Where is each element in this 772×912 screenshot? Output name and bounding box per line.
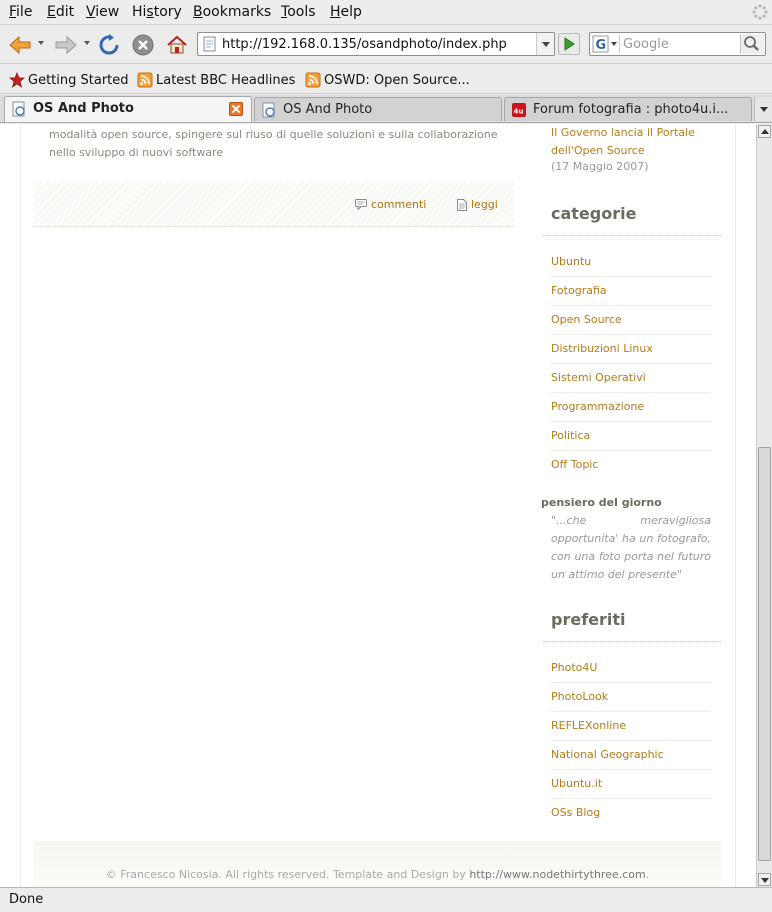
page-favicon-icon [12,101,25,117]
page-favicon-icon [262,102,275,118]
rss-feed-icon [305,72,321,88]
search-engine-selector[interactable]: G [592,35,620,53]
reload-button[interactable] [97,32,121,58]
scroll-thumb[interactable] [758,447,771,861]
status-text: Done [9,892,44,907]
scroll-up-arrow[interactable] [758,125,771,138]
document-icon [457,198,467,211]
menu-history[interactable]: History [132,4,182,20]
search-engine-letter: G [596,38,607,53]
url-bar [197,32,555,56]
read-more-label: leggi [471,198,498,211]
menu-help[interactable]: Help [330,4,362,20]
search-bar: G [589,32,766,56]
category-open-source[interactable]: Open Source [551,306,711,335]
forward-arrow-icon [55,35,77,55]
red-star-icon [9,72,25,88]
back-history-dropdown[interactable] [38,41,44,45]
tab-label: OS And Photo [283,102,373,117]
search-button[interactable] [740,34,764,54]
tab-label: Forum fotografia : photo4u.i... [533,102,729,117]
bookmark-bbc-headlines[interactable]: Latest BBC Headlines [137,71,295,89]
bookmark-label: Getting Started [28,72,129,88]
read-more-link[interactable]: leggi [457,198,498,211]
footer-end: . [645,868,650,881]
favorite-photolook[interactable]: PhotoLook [551,683,711,712]
tab-bar: OS And Photo OS And Photo 4u Forum fotog… [0,95,772,123]
bookmark-label: OSWD: Open Source... [324,72,470,88]
article-excerpt: modalità open source, spingere sul riuso… [49,128,498,159]
category-off-topic[interactable]: Off Topic [551,451,711,480]
page-favicon-icon [203,36,216,52]
footer-copyright: © Francesco Nicosia. All rights reserved… [105,868,470,881]
search-input[interactable] [623,35,735,53]
go-button[interactable] [558,33,580,55]
favorites-divider [543,641,721,642]
forward-button[interactable] [54,32,78,58]
forward-history-dropdown[interactable] [84,41,90,45]
page-viewport: modalità open source, spingere sul riuso… [0,124,756,887]
tab-close-icon[interactable] [229,102,243,116]
category-distribuzioni-linux[interactable]: Distribuzioni Linux [551,335,711,364]
vertical-scrollbar[interactable] [756,124,772,887]
category-programmazione[interactable]: Programmazione [551,393,711,422]
category-fotografia[interactable]: Fotografia [551,277,711,306]
menu-edit[interactable]: Edit [47,4,74,20]
menu-tools[interactable]: Tools [281,4,316,20]
stop-icon [132,34,154,56]
favorite-reflexonline[interactable]: REFLEXonline [551,712,711,741]
photo4u-favicon-icon: 4u [512,103,526,117]
favorite-national-geographic[interactable]: National Geographic [551,741,711,770]
comment-bubble-icon [355,199,367,210]
category-politica[interactable]: Politica [551,422,711,451]
scroll-down-arrow[interactable] [758,873,771,886]
google-logo-icon: G [592,35,617,53]
bookmark-getting-started[interactable]: Getting Started [9,71,129,89]
throbber-icon [752,4,768,20]
home-icon [167,35,187,54]
tab-os-and-photo[interactable]: OS And Photo [254,97,502,121]
photo4u-favicon-text: 4u [514,108,524,116]
tab-os-and-photo-active[interactable]: OS And Photo [4,96,252,122]
back-button[interactable] [8,32,32,58]
page-footer: © Francesco Nicosia. All rights reserved… [34,841,721,887]
tab-label: OS And Photo [33,101,134,116]
comments-link[interactable]: commenti [355,198,426,211]
url-history-dropdown[interactable] [536,33,554,55]
menu-view[interactable]: View [86,4,119,20]
category-ubuntu[interactable]: Ubuntu [551,248,711,277]
stop-button[interactable] [131,32,155,58]
home-button[interactable] [165,32,189,58]
url-input[interactable] [222,35,532,53]
thought-of-the-day-heading: pensiero del giorno [541,496,662,509]
back-arrow-icon [9,35,31,55]
navigation-toolbar: G [0,26,772,64]
bookmarks-toolbar: Getting Started Latest BBC Headlines OSW… [0,65,772,94]
tab-list-dropdown[interactable] [754,97,772,121]
menu-file[interactable]: File [9,4,32,20]
rss-feed-icon [137,72,153,88]
menu-bar: File Edit View History Bookmarks Tools H… [0,0,772,25]
menu-bookmarks[interactable]: Bookmarks [193,4,271,20]
comments-label: commenti [371,198,427,211]
categories-divider [543,235,721,236]
reload-icon [99,34,119,55]
thought-of-the-day-text: "...che meravigliosa opportunita' ha un … [551,514,711,581]
footer-designer-link[interactable]: http://www.nodethirtythree.com [469,868,645,881]
category-sistemi-operativi[interactable]: Sistemi Operativi [551,364,711,393]
magnifier-icon [744,36,759,51]
news-link[interactable]: Il Governo lancia il Portale dell'Open S… [551,124,711,160]
bookmark-label: Latest BBC Headlines [156,72,296,88]
favorite-oss-blog[interactable]: OSs Blog [551,799,711,828]
bookmark-oswd[interactable]: OSWD: Open Source... [305,71,470,89]
article-meta-band [34,181,514,227]
favorites-heading: preferiti [551,610,626,629]
favorite-photo4u[interactable]: Photo4U [551,654,711,683]
categories-heading: categorie [551,204,637,223]
tab-forum-fotografia[interactable]: 4u Forum fotografia : photo4u.i... [504,97,752,121]
status-bar: Done [0,887,772,912]
news-date: (17 Maggio 2007) [551,160,649,173]
favorite-ubuntu-it[interactable]: Ubuntu.it [551,770,711,799]
